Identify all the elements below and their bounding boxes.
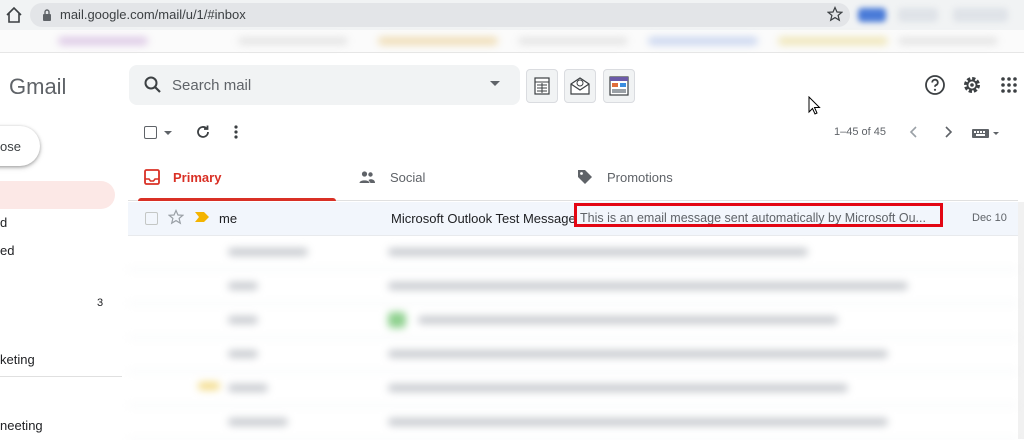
star-icon[interactable] [168, 209, 184, 225]
gmail-logo[interactable]: Gmail [9, 74, 66, 100]
select-all-checkbox[interactable] [144, 126, 157, 139]
calendar-table-icon [534, 77, 550, 95]
help-icon[interactable] [924, 74, 946, 96]
chevron-left-icon[interactable] [908, 125, 920, 139]
apps-grid-icon[interactable] [1000, 76, 1018, 94]
snippet-highlight-annotation [574, 203, 943, 227]
select-options-caret-icon[interactable] [164, 131, 172, 135]
addon-mail-button[interactable] [564, 69, 596, 103]
tab-primary[interactable]: Primary [173, 170, 221, 185]
template-icon [609, 76, 629, 96]
compose-label: ose [0, 139, 21, 154]
email-sender: me [219, 211, 238, 226]
email-date: Dec 10 [972, 212, 1007, 224]
bookmarks-items [58, 37, 998, 45]
nav-item-count: 3 [97, 297, 104, 309]
envelope-at-icon [570, 77, 590, 95]
bookmark-star-icon[interactable] [827, 6, 843, 22]
tab-promotions[interactable]: Promotions [607, 170, 673, 185]
search-icon[interactable] [143, 75, 163, 95]
nav-item[interactable]: keting [0, 352, 35, 367]
chevron-right-icon[interactable] [942, 125, 954, 139]
blurred-email-list [128, 236, 1018, 440]
more-vert-icon[interactable] [232, 124, 240, 140]
active-tab-indicator [138, 198, 336, 201]
tag-icon [578, 170, 592, 184]
tab-social[interactable]: Social [390, 170, 425, 185]
nav-item[interactable]: ed [0, 243, 14, 258]
mouse-cursor-icon [808, 96, 821, 115]
inbox-icon [144, 169, 160, 185]
nav-item[interactable]: neeting [0, 418, 43, 433]
scrollbar-track[interactable] [1018, 202, 1024, 439]
lock-icon [43, 9, 51, 21]
email-select-checkbox[interactable] [145, 212, 158, 225]
addon-calendar-button[interactable] [526, 69, 558, 103]
keyboard-icon[interactable] [971, 127, 1001, 139]
nav-divider [0, 376, 122, 377]
email-subject: Microsoft Outlook Test Message [391, 211, 576, 226]
refresh-icon[interactable] [195, 124, 211, 140]
search-options-dropdown-icon[interactable] [490, 81, 500, 86]
home-icon[interactable] [4, 5, 24, 25]
people-icon [359, 171, 375, 183]
importance-marker-icon[interactable] [194, 212, 210, 222]
extensions-area [858, 8, 1008, 22]
url-text[interactable]: mail.google.com/mail/u/1/#inbox [60, 7, 246, 22]
nav-item-inbox-active[interactable] [0, 181, 115, 209]
search-input[interactable] [172, 73, 472, 97]
addon-template-button[interactable] [603, 69, 635, 103]
nav-item[interactable]: d [0, 215, 7, 230]
gear-icon[interactable] [961, 74, 983, 96]
pagination-text: 1–45 of 45 [834, 126, 886, 138]
